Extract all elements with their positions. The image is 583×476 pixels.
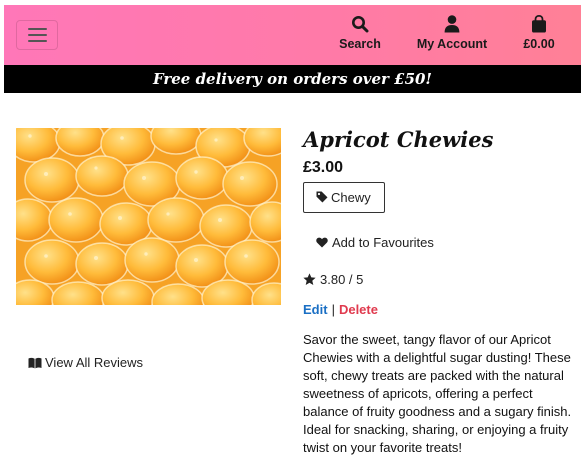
product-rating: 3.80 / 5: [303, 272, 363, 287]
add-to-favourites-button[interactable]: Add to Favourites: [316, 235, 434, 250]
product-price: £3.00: [303, 159, 344, 176]
admin-actions: Edit | Delete: [303, 302, 378, 317]
navbar: Search My Account £0.00: [4, 5, 581, 65]
admin-separator: |: [331, 302, 335, 317]
heart-icon: [316, 237, 328, 248]
rating-value: 3.80 / 5: [320, 272, 364, 287]
book-open-icon: [28, 357, 42, 369]
edit-product-link[interactable]: Edit: [303, 302, 328, 317]
category-tag-label: Chewy: [331, 190, 371, 205]
hamburger-menu-icon: [28, 28, 47, 30]
nav-search-link[interactable]: Search: [334, 15, 386, 55]
star-icon: [303, 273, 316, 285]
shopping-bag-icon: [532, 15, 546, 33]
nav-my-account-label: My Account: [416, 37, 488, 51]
hamburger-menu-button[interactable]: [16, 20, 58, 50]
add-to-favourites-label: Add to Favourites: [332, 235, 434, 250]
view-all-reviews-label: View All Reviews: [45, 355, 144, 370]
product-title: Apricot Chewies: [303, 127, 494, 152]
product-image: [16, 128, 281, 305]
page: Search My Account £0.00 Free delivery on…: [4, 5, 581, 476]
basket-total: £0.00: [523, 37, 555, 51]
tag-icon: [316, 191, 328, 203]
search-icon: [352, 16, 369, 33]
delivery-banner: Free delivery on orders over £50!: [4, 65, 581, 93]
nav-my-account-link[interactable]: My Account: [408, 15, 496, 55]
user-icon: [444, 15, 460, 33]
delete-product-link[interactable]: Delete: [339, 302, 378, 317]
nav-basket-link[interactable]: £0.00: [514, 15, 564, 55]
nav-search-label: Search: [339, 37, 381, 51]
category-tag-button[interactable]: Chewy: [303, 182, 385, 213]
view-all-reviews-link[interactable]: View All Reviews: [28, 355, 143, 370]
product-description: Savor the sweet, tangy flavor of our Apr…: [303, 332, 572, 455]
